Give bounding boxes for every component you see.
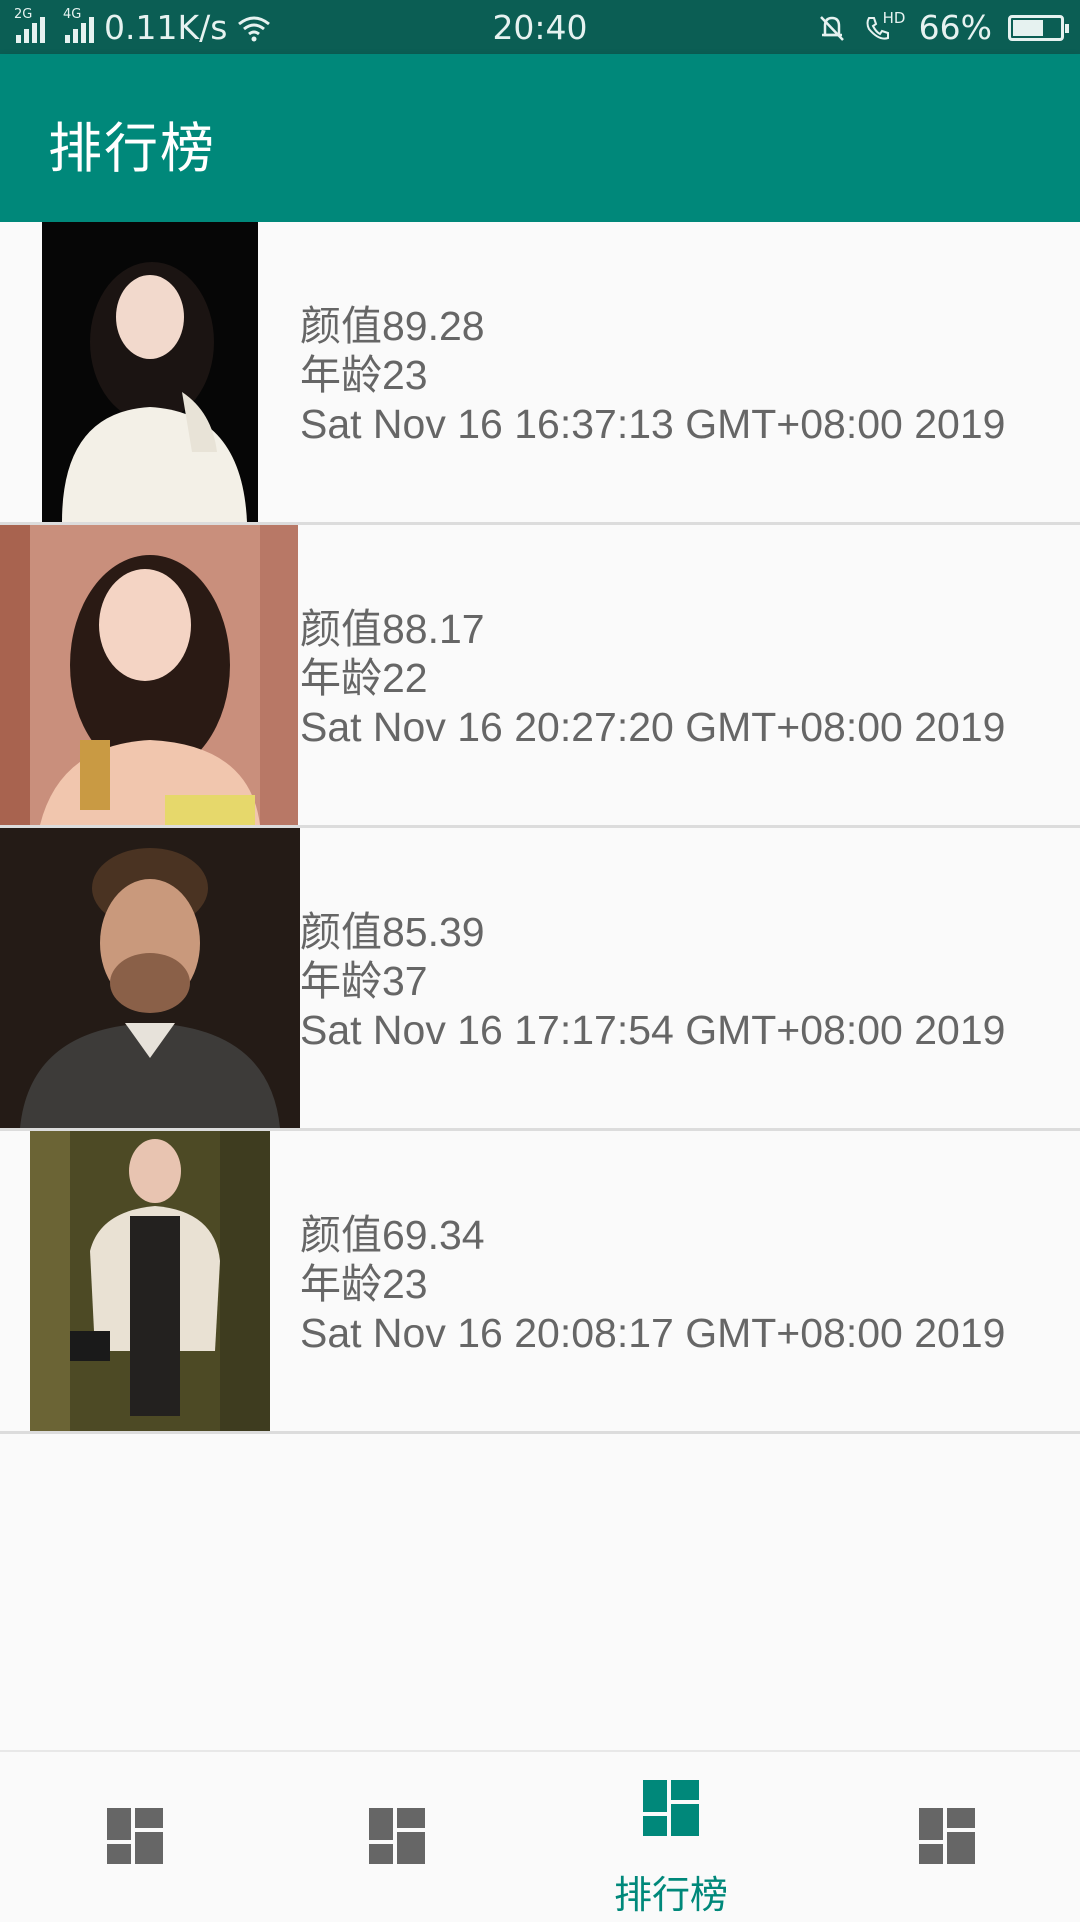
dashboard-icon — [643, 1780, 699, 1836]
battery-icon — [1008, 15, 1064, 41]
list-item[interactable]: 颜值69.34 年龄23 Sat Nov 16 20:08:17 GMT+08:… — [0, 1131, 1080, 1434]
ranking-list: 颜值89.28 年龄23 Sat Nov 16 16:37:13 GMT+08:… — [0, 222, 1080, 1434]
date-text: Sat Nov 16 16:37:13 GMT+08:00 2019 — [300, 400, 1005, 449]
score-text: 颜值89.28 — [300, 302, 1005, 351]
battery-percent: 66% — [919, 8, 992, 47]
nav-item-4[interactable] — [812, 1752, 1080, 1922]
bottom-navigation: 排行榜 — [0, 1750, 1080, 1920]
list-item[interactable]: 颜值85.39 年龄37 Sat Nov 16 17:17:54 GMT+08:… — [0, 828, 1080, 1131]
avatar-photo — [0, 525, 298, 825]
age-text: 年龄23 — [300, 351, 1005, 400]
nav-label-ranking: 排行榜 — [536, 1864, 806, 1919]
date-text: Sat Nov 16 20:27:20 GMT+08:00 2019 — [300, 703, 1005, 752]
status-bar: 2G 4G 0.11K/s 20:40 HD 66% — [0, 0, 1080, 54]
list-item[interactable]: 颜值89.28 年龄23 Sat Nov 16 16:37:13 GMT+08:… — [0, 222, 1080, 525]
score-text: 颜值85.39 — [300, 908, 1005, 957]
dashboard-icon — [107, 1808, 163, 1864]
date-text: Sat Nov 16 20:08:17 GMT+08:00 2019 — [300, 1309, 1005, 1358]
nav-item-2[interactable] — [262, 1752, 532, 1922]
avatar-photo — [30, 1131, 270, 1431]
avatar-photo — [0, 828, 300, 1128]
nav-item-1[interactable] — [0, 1752, 270, 1922]
age-text: 年龄37 — [300, 957, 1005, 1006]
age-text: 年龄22 — [300, 654, 1005, 703]
app-bar: 排行榜 — [0, 54, 1080, 222]
page-title: 排行榜 — [48, 104, 216, 183]
hd-call-icon: HD — [863, 13, 903, 43]
date-text: Sat Nov 16 17:17:54 GMT+08:00 2019 — [300, 1006, 1005, 1055]
age-text: 年龄23 — [300, 1260, 1005, 1309]
dashboard-icon — [919, 1808, 975, 1864]
nav-item-ranking[interactable]: 排行榜 — [536, 1752, 806, 1922]
score-text: 颜值69.34 — [300, 1211, 1005, 1260]
avatar-photo — [42, 222, 258, 522]
dashboard-icon — [369, 1808, 425, 1864]
list-item[interactable]: 颜值88.17 年龄22 Sat Nov 16 20:27:20 GMT+08:… — [0, 525, 1080, 828]
bell-muted-icon — [817, 13, 847, 43]
score-text: 颜值88.17 — [300, 605, 1005, 654]
